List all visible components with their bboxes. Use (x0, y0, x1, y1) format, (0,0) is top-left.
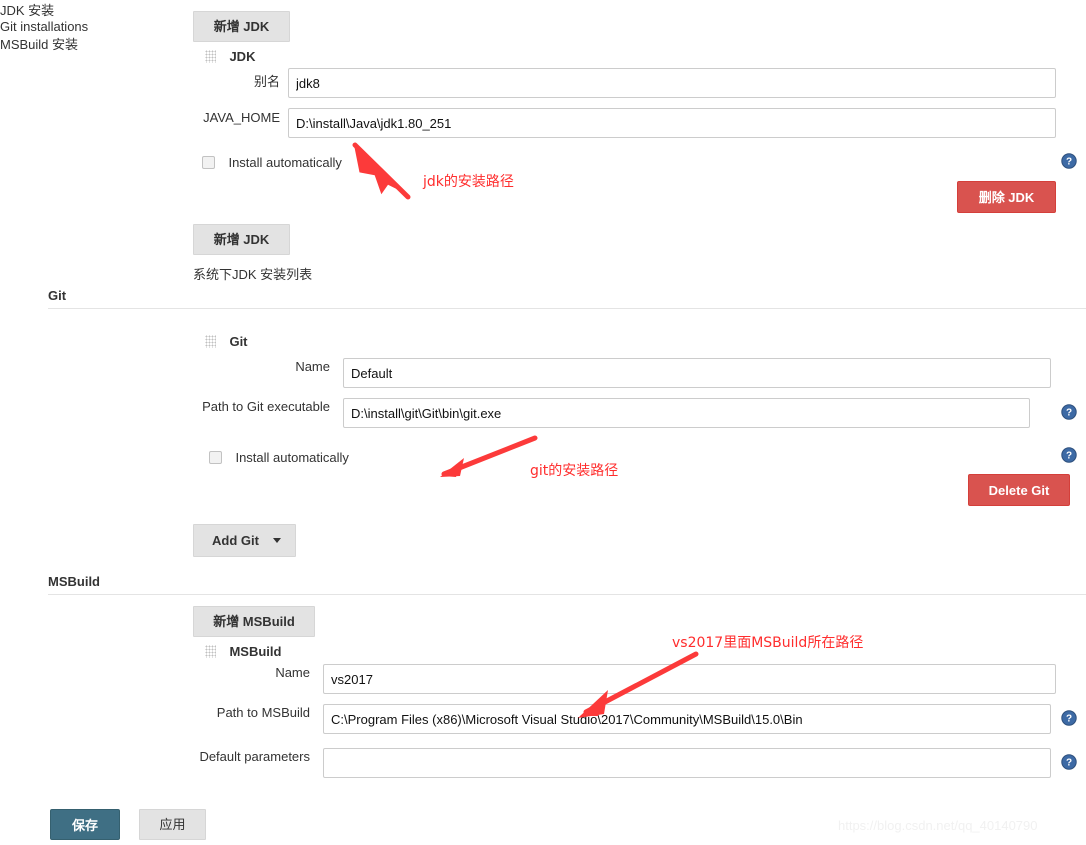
apply-button[interactable]: 应用 (139, 809, 206, 840)
msbuild-section-divider (48, 594, 1086, 595)
question-mark-circle-icon[interactable]: ? (1061, 447, 1077, 463)
git-item-header: Git (205, 333, 248, 351)
save-button[interactable]: 保存 (50, 809, 120, 840)
delete-jdk-button[interactable]: 删除 JDK (957, 181, 1056, 213)
jdk-installations-label: JDK 安装 (0, 3, 55, 18)
svg-text:?: ? (1066, 157, 1072, 168)
git-path-input[interactable] (343, 398, 1030, 428)
msbuild-name-label: Name (275, 665, 310, 680)
jdk-alias-input[interactable] (288, 68, 1056, 98)
git-install-auto-help-icon[interactable]: ? (1061, 447, 1077, 463)
svg-text:?: ? (1066, 758, 1072, 769)
add-jdk-button-bottom[interactable]: 新增 JDK (193, 224, 290, 255)
msbuild-item-header: MSBuild (205, 643, 281, 661)
msbuild-annotation-arrow-icon (578, 651, 699, 718)
add-git-button-label: Add Git (212, 533, 259, 548)
jdk-install-automatically-label: Install automatically (228, 155, 342, 171)
svg-text:?: ? (1066, 408, 1072, 419)
msbuild-default-parameters-label: Default parameters (199, 749, 310, 764)
question-mark-circle-icon[interactable]: ? (1061, 754, 1077, 770)
git-install-automatically-checkbox[interactable] (209, 451, 222, 465)
question-mark-circle-icon[interactable]: ? (1061, 710, 1077, 726)
git-section-heading: Git (48, 288, 67, 303)
drag-handle-icon[interactable] (205, 335, 216, 349)
git-item-title: Git (229, 334, 248, 350)
jdk-annotation-arrow-icon (352, 142, 411, 200)
git-annotation-text: git的安装路径 (530, 463, 619, 479)
question-mark-circle-icon[interactable]: ? (1061, 153, 1077, 169)
add-jdk-button-top[interactable]: 新增 JDK (193, 11, 290, 42)
chevron-down-icon (272, 538, 281, 543)
git-path-label: Path to Git executable (202, 399, 330, 414)
jdk-annotation-text: jdk的安装路径 (423, 174, 514, 190)
watermark: https://blog.csdn.net/qq_40140790 (838, 818, 1038, 833)
git-name-label: Name (295, 359, 330, 374)
java-home-input[interactable] (288, 108, 1056, 138)
git-install-automatically-label: Install automatically (235, 450, 349, 466)
msbuild-section-heading: MSBuild (48, 574, 100, 589)
jdk-install-automatically-checkbox[interactable] (202, 156, 215, 170)
drag-handle-icon[interactable] (205, 645, 216, 659)
add-git-button[interactable]: Add Git (193, 524, 296, 557)
git-install-automatically-row: Install automatically (209, 449, 349, 467)
msbuild-installations-label: MSBuild 安装 (0, 37, 79, 52)
jdk-install-automatically-row: Install automatically (202, 154, 342, 172)
java-home-label: JAVA_HOME (203, 110, 280, 125)
git-name-input[interactable] (343, 358, 1051, 388)
drag-handle-icon[interactable] (205, 50, 216, 64)
jdk-alias-label: 别名 (253, 74, 280, 89)
msbuild-path-label: Path to MSBuild (216, 705, 310, 720)
add-msbuild-button[interactable]: 新增 MSBuild (193, 606, 315, 637)
msbuild-annotation-text: vs2017里面MSBuild所在路径 (672, 635, 864, 651)
msbuild-item-title: MSBuild (229, 644, 282, 660)
question-mark-circle-icon[interactable]: ? (1061, 404, 1077, 420)
jdk-item-header: JDK (205, 48, 255, 66)
jdk-help-icon[interactable]: ? (1061, 153, 1077, 169)
add-git-dropdown-toggle[interactable] (272, 525, 295, 556)
msbuild-default-parameters-help-icon[interactable]: ? (1061, 754, 1077, 770)
git-installations-label: Git installations (0, 19, 89, 34)
git-path-help-icon[interactable]: ? (1061, 404, 1077, 420)
msbuild-default-parameters-input[interactable] (323, 748, 1051, 778)
svg-text:?: ? (1066, 714, 1072, 725)
jdk-list-caption: 系统下JDK 安装列表 (193, 267, 313, 282)
delete-git-button[interactable]: Delete Git (968, 474, 1070, 506)
svg-text:?: ? (1066, 451, 1072, 462)
jdk-item-title: JDK (229, 49, 256, 65)
msbuild-path-help-icon[interactable]: ? (1061, 710, 1077, 726)
git-section-divider (48, 308, 1086, 309)
jenkins-global-tool-configuration-page: JDK 安装 新增 JDK JDK 别名 JAVA_HOME Install a… (0, 0, 1086, 845)
